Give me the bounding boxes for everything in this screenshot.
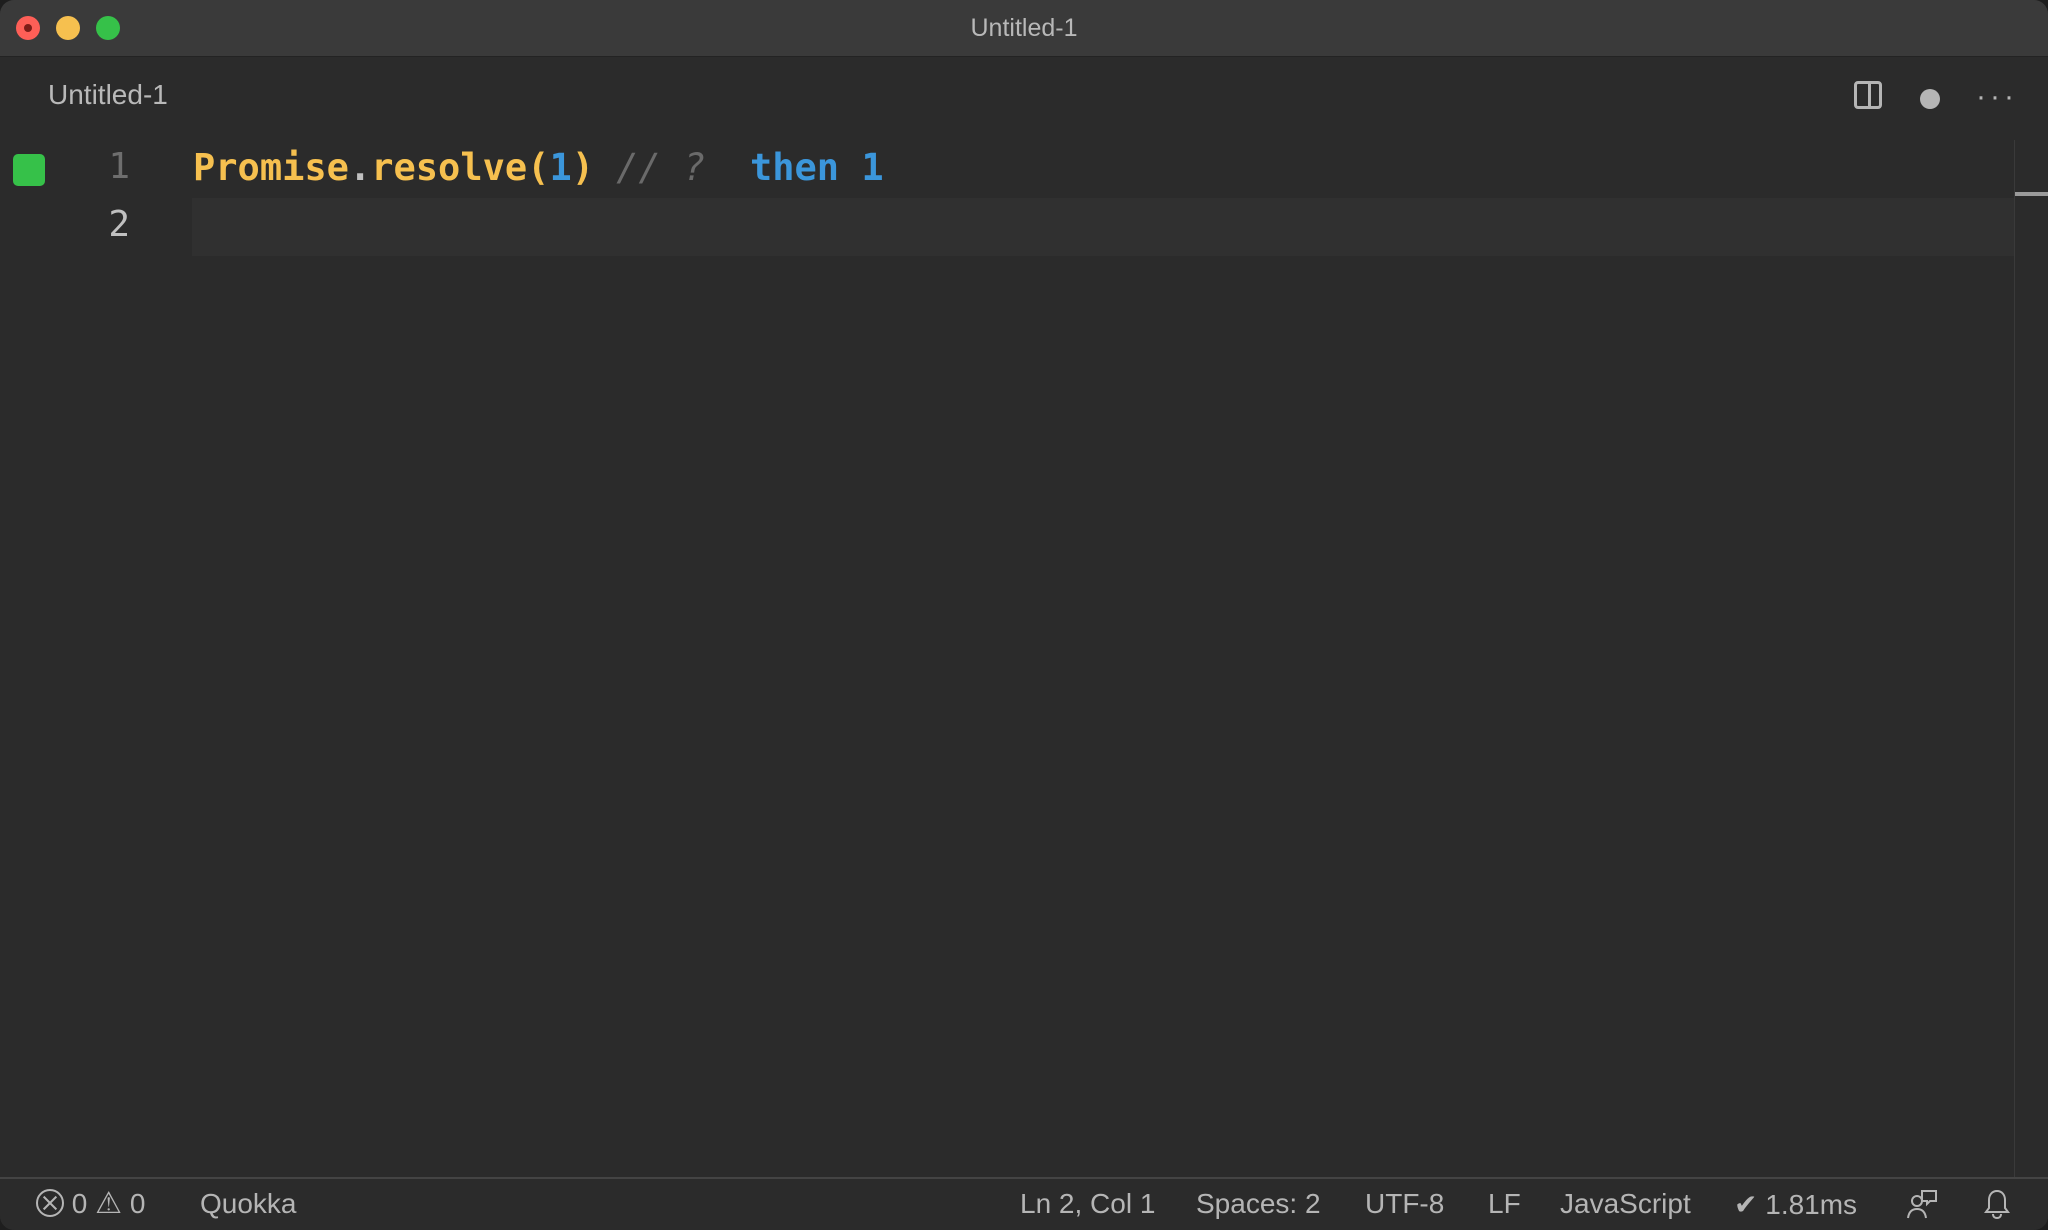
- ruler-cursor-marker: [2015, 192, 2048, 196]
- quokka-timing[interactable]: ✔ 1.81ms: [1734, 1188, 1857, 1221]
- code-editor[interactable]: 1 Promise.resolve(1) // ? then 1 2: [0, 140, 2048, 1177]
- token-comment: // ?: [594, 146, 706, 189]
- eol-setting[interactable]: LF: [1488, 1188, 1521, 1220]
- more-actions-icon[interactable]: ···: [1976, 82, 2018, 112]
- code-line[interactable]: 2: [0, 198, 2014, 256]
- token-number: 1: [549, 146, 572, 189]
- error-count: 0: [71, 1188, 88, 1219]
- current-line-highlight: [192, 198, 2014, 256]
- overview-ruler[interactable]: [2014, 140, 2048, 1177]
- token-identifier: Promise: [193, 146, 349, 189]
- encoding-setting[interactable]: UTF-8: [1365, 1188, 1444, 1220]
- code-text: Promise.resolve(1) // ? then 1: [193, 146, 884, 189]
- feedback-icon[interactable]: [1906, 1188, 1938, 1227]
- token-method: resolve: [371, 146, 528, 189]
- cursor-position[interactable]: Ln 2, Col 1: [1020, 1188, 1155, 1220]
- editor-window: Untitled-1 Untitled-1 ··· 1 Promise.reso…: [0, 0, 2048, 1230]
- warning-count: 0: [129, 1188, 146, 1219]
- unsaved-dot-icon[interactable]: [1920, 89, 1940, 109]
- indentation-setting[interactable]: Spaces: 2: [1196, 1188, 1321, 1220]
- token-paren-open: (: [527, 146, 550, 189]
- warning-icon: ⚠: [95, 1187, 123, 1220]
- inline-result: then 1: [705, 146, 884, 189]
- error-icon: [36, 1189, 64, 1217]
- title-bar: Untitled-1: [0, 0, 2048, 57]
- tab-untitled-1[interactable]: Untitled-1: [48, 79, 168, 111]
- language-mode[interactable]: JavaScript: [1560, 1188, 1691, 1220]
- split-editor-icon[interactable]: [1854, 81, 1882, 109]
- quokka-status[interactable]: Quokka: [200, 1188, 297, 1220]
- window-title: Untitled-1: [970, 14, 1078, 42]
- code-line[interactable]: 1 Promise.resolve(1) // ? then 1: [0, 140, 2014, 198]
- token-paren-close: ): [571, 146, 594, 189]
- editor-tab-bar: Untitled-1 ···: [0, 57, 2048, 140]
- line-number: 1: [108, 146, 130, 187]
- problems-indicator[interactable]: 0 ⚠ 0: [36, 1188, 145, 1220]
- notifications-bell-icon[interactable]: [1982, 1188, 2012, 1227]
- line-number: 2: [108, 204, 130, 245]
- quokka-coverage-indicator: [13, 154, 45, 186]
- token-dot: .: [348, 146, 372, 189]
- status-bar: 0 ⚠ 0 Quokka Ln 2, Col 1 Spaces: 2 UTF-8…: [0, 1177, 2048, 1230]
